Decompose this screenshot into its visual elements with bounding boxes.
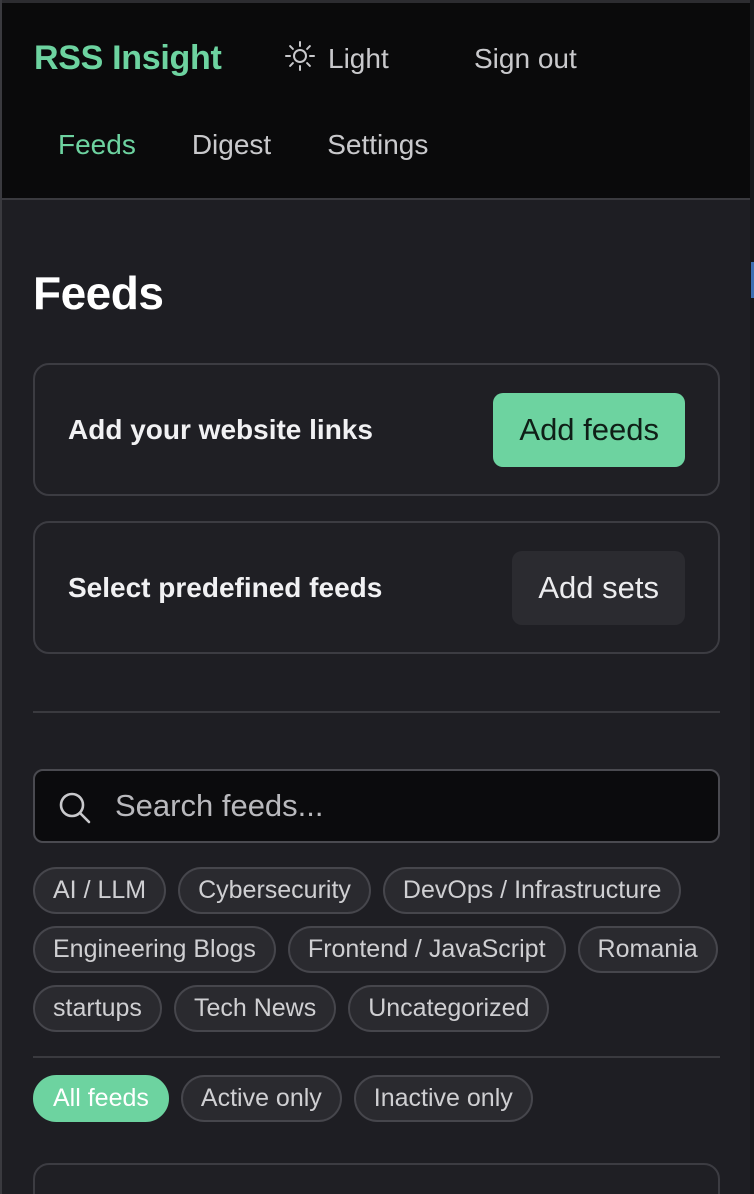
window-right-edge <box>750 0 754 1194</box>
category-chip-engineering-blogs[interactable]: Engineering Blogs <box>33 926 276 973</box>
filter-divider <box>33 1056 720 1058</box>
category-filter-chips: AI / LLM Cybersecurity DevOps / Infrastr… <box>33 867 733 1032</box>
feed-list-card <box>33 1163 720 1194</box>
add-sets-button[interactable]: Add sets <box>512 550 685 625</box>
category-chip-devops[interactable]: DevOps / Infrastructure <box>382 867 682 914</box>
nav-tab-settings[interactable]: Settings <box>327 129 428 161</box>
theme-toggle-label: Light <box>328 43 389 74</box>
app-window: RSS Insight Light Sign out Feeds Digest … <box>0 0 754 1194</box>
nav-tab-digest[interactable]: Digest <box>192 129 271 161</box>
predefined-feeds-card: Select predefined feeds Add sets <box>33 521 720 654</box>
section-divider <box>33 711 720 713</box>
sun-icon <box>284 40 316 79</box>
search-input[interactable] <box>115 771 705 841</box>
search-box <box>33 769 720 843</box>
category-chip-startups[interactable]: startups <box>33 985 162 1032</box>
sign-out-button[interactable]: Sign out <box>474 39 577 79</box>
add-feeds-button[interactable]: Add feeds <box>493 392 685 467</box>
category-chip-ai-llm[interactable]: AI / LLM <box>33 867 167 914</box>
theme-toggle-button[interactable]: Light <box>284 39 389 79</box>
main-nav: Feeds Digest Settings <box>58 129 428 161</box>
status-filter-chips: All feeds Active only Inactive only <box>33 1075 733 1122</box>
add-links-label: Add your website links <box>68 413 373 445</box>
brand-logo[interactable]: RSS Insight <box>34 39 222 78</box>
status-filter-active[interactable]: Active only <box>180 1075 342 1122</box>
status-filter-inactive[interactable]: Inactive only <box>353 1075 533 1122</box>
status-filter-all[interactable]: All feeds <box>33 1075 169 1122</box>
category-chip-romania[interactable]: Romania <box>577 926 718 973</box>
add-links-card: Add your website links Add feeds <box>33 363 720 496</box>
category-chip-frontend[interactable]: Frontend / JavaScript <box>287 926 566 973</box>
nav-tab-feeds[interactable]: Feeds <box>58 129 136 161</box>
category-chip-cybersecurity[interactable]: Cybersecurity <box>178 867 371 914</box>
app-header: RSS Insight Light Sign out Feeds Digest … <box>2 3 750 200</box>
predefined-feeds-label: Select predefined feeds <box>68 571 383 603</box>
category-chip-tech-news[interactable]: Tech News <box>173 985 337 1032</box>
page-title: Feeds <box>33 267 164 319</box>
category-chip-uncategorized[interactable]: Uncategorized <box>348 985 550 1032</box>
